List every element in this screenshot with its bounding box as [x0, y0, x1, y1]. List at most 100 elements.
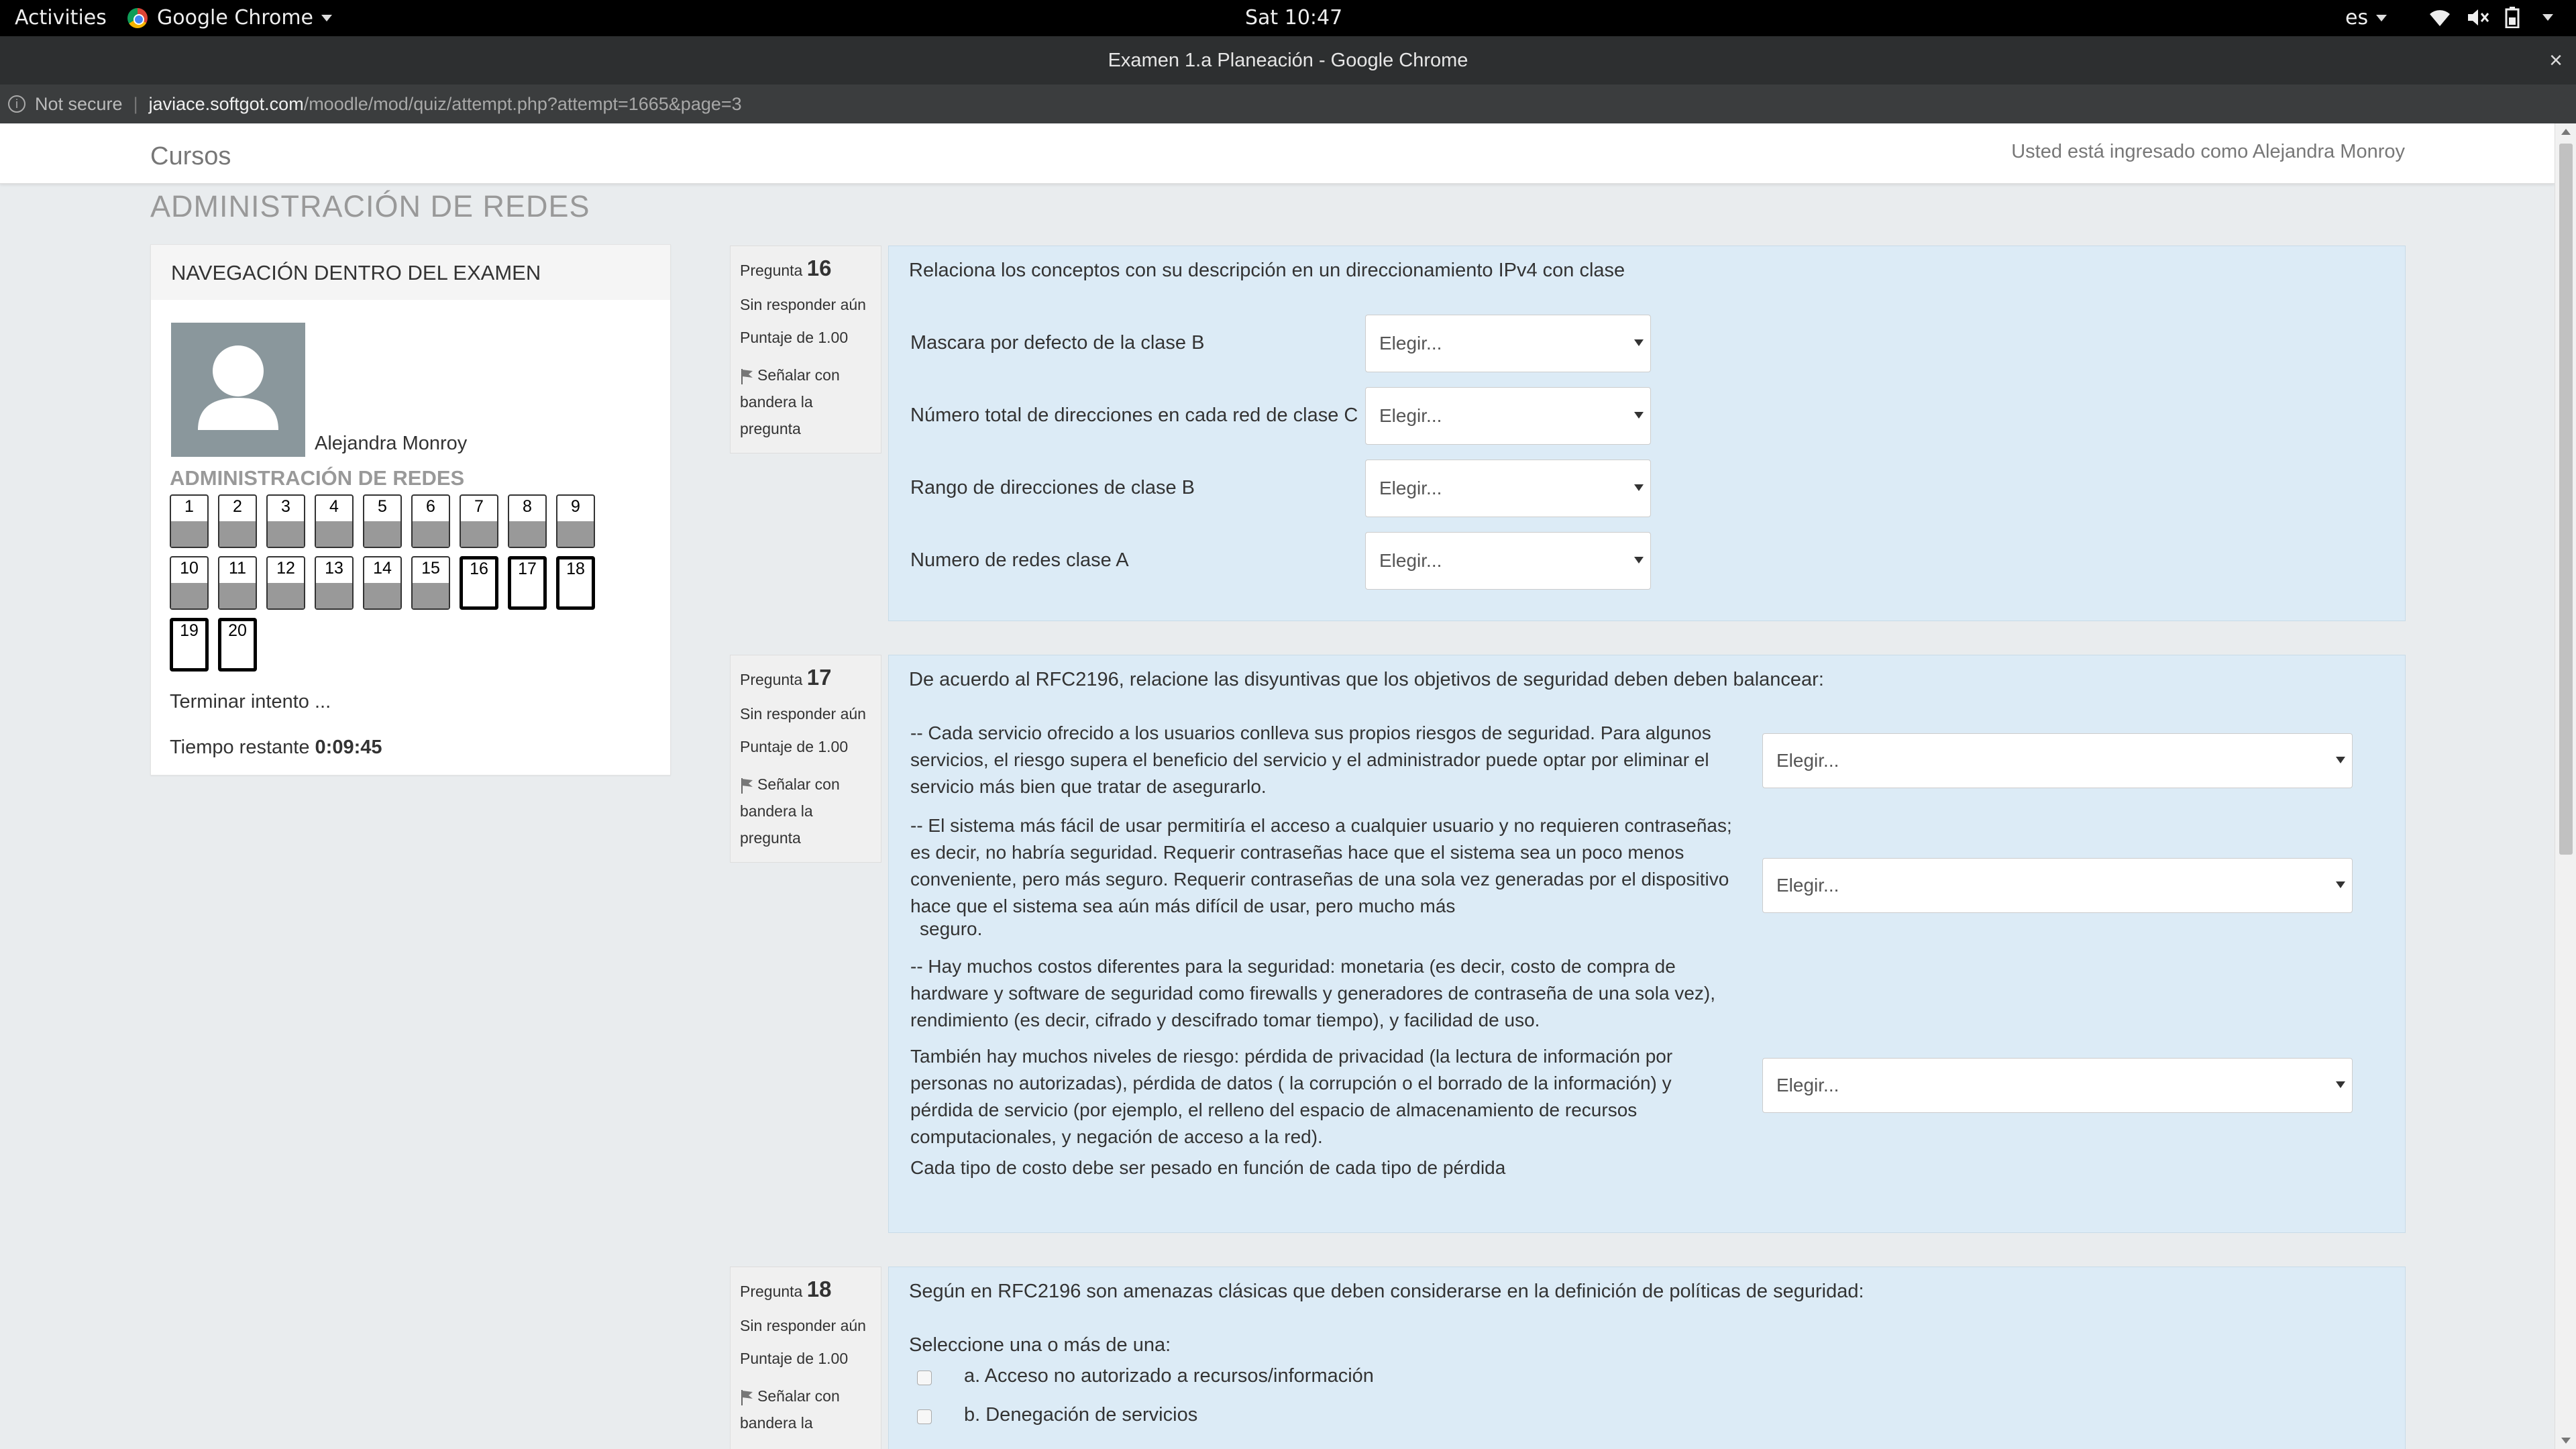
flag-icon: [741, 368, 753, 384]
activities-button[interactable]: Activities: [15, 6, 107, 30]
match-select[interactable]: Elegir...: [1762, 733, 2353, 788]
question-nav-button[interactable]: 2: [218, 494, 257, 548]
question-nav-button[interactable]: 20: [218, 618, 257, 672]
question-nav-button[interactable]: 15: [411, 556, 450, 610]
option-label[interactable]: a. Acceso no autorizado a recursos/infor…: [964, 1365, 1374, 1387]
match-item-label: Rango de direcciones de clase B: [910, 477, 1195, 498]
question-nav-button[interactable]: 12: [266, 556, 305, 610]
question-nav-button[interactable]: 4: [315, 494, 354, 548]
brand-link[interactable]: Cursos: [150, 142, 231, 171]
question-nav-button[interactable]: 5: [363, 494, 402, 548]
answered-indicator: [316, 583, 352, 608]
question-nav-button[interactable]: 8: [508, 494, 547, 548]
flag-icon: [741, 777, 753, 794]
section-title: ADMINISTRACIÓN DE REDES: [170, 466, 465, 490]
system-tray[interactable]: [2428, 7, 2553, 28]
text-line: -- Hay muchos costos diferentes para la …: [910, 956, 1676, 977]
address-bar[interactable]: i Not secure | javiace.softgot.com/moodl…: [0, 85, 2576, 123]
question-number: 18: [806, 1277, 832, 1301]
chevron-down-icon: [321, 14, 332, 21]
question-nav-button[interactable]: 7: [460, 494, 498, 548]
system-top-bar: Activities Google Chrome Sat 10:47 es: [0, 0, 2576, 36]
question-content: De acuerdo al RFC2196, relacione las dis…: [888, 655, 2406, 1233]
info-icon[interactable]: i: [8, 95, 25, 113]
question-nav-button[interactable]: 17: [508, 556, 547, 610]
option-label[interactable]: b. Denegación de servicios: [964, 1404, 1197, 1426]
question-nav-button[interactable]: 6: [411, 494, 450, 548]
security-indicator[interactable]: Not secure: [35, 94, 123, 115]
question-info: Pregunta 17 Sin responder aún Puntaje de…: [730, 655, 881, 863]
window-title: Examen 1.a Planeación - Google Chrome: [1108, 50, 1468, 71]
question-text: Relaciona los conceptos con su descripci…: [909, 260, 1625, 281]
flag-question-link[interactable]: Señalar con bandera la: [740, 1383, 871, 1436]
match-select[interactable]: Elegir...: [1762, 1058, 2353, 1113]
divider: |: [133, 93, 138, 114]
answered-indicator: [461, 521, 497, 547]
question-nav-button[interactable]: 13: [315, 556, 354, 610]
caret-down-icon: [2336, 881, 2345, 888]
flag-question-link[interactable]: Señalar con bandera la pregunta: [740, 362, 871, 442]
chrome-icon: [127, 7, 148, 28]
language-label: es: [2345, 6, 2369, 30]
caret-down-icon: [2336, 1081, 2345, 1088]
flag-icon: [741, 1389, 753, 1405]
text-line: pérdida de servicio (por ejemplo, el rel…: [910, 1099, 1638, 1120]
match-select[interactable]: Elegir...: [1365, 460, 1651, 517]
flag-text: pregunta: [740, 420, 801, 437]
answered-indicator: [219, 521, 256, 547]
match-select[interactable]: Elegir...: [1365, 532, 1651, 590]
question-nav-number: 12: [276, 559, 295, 578]
chevron-down-icon: [2376, 14, 2387, 21]
question-nav-button[interactable]: 1: [170, 494, 209, 548]
user-name[interactable]: Alejandra Monroy: [315, 433, 467, 455]
text-line: servicios, el riesgo supera el beneficio…: [910, 749, 1709, 770]
flag-question-link[interactable]: Señalar con bandera la pregunta: [740, 771, 871, 851]
question-nav-button[interactable]: 10: [170, 556, 209, 610]
question-label: Pregunta: [740, 1283, 803, 1300]
answered-indicator: [413, 521, 449, 547]
login-info: Usted está ingresado como Alejandra Monr…: [2011, 141, 2405, 162]
scroll-up-icon[interactable]: [2561, 129, 2571, 135]
match-select[interactable]: Elegir...: [1365, 315, 1651, 372]
url-host[interactable]: javiace.softgot.com: [149, 94, 304, 115]
site-navbar: Cursos Usted está ingresado como Alejand…: [0, 123, 2555, 184]
flag-text: Señalar con: [757, 366, 840, 384]
question-label: Pregunta: [740, 262, 803, 279]
question-nav-button[interactable]: 3: [266, 494, 305, 548]
scroll-down-icon[interactable]: [2561, 1438, 2571, 1444]
text-line: computacionales, y negación de acceso a …: [910, 1126, 1323, 1147]
select-value: Elegir...: [1379, 478, 1442, 498]
match-item-text: También hay muchos niveles de riesgo: pé…: [910, 1043, 1749, 1150]
battery-icon: [2505, 7, 2520, 28]
question-nav-button[interactable]: 16: [460, 556, 498, 610]
finish-attempt-link[interactable]: Terminar intento ...: [170, 691, 331, 713]
text-line: servicio más bien que tratar de asegurar…: [910, 776, 1267, 797]
option-checkbox[interactable]: [917, 1409, 932, 1424]
question-nav-number: 15: [421, 559, 440, 578]
question-nav-button[interactable]: 19: [170, 618, 209, 672]
question-nav-button[interactable]: 11: [218, 556, 257, 610]
close-icon[interactable]: ×: [2549, 36, 2563, 85]
question-nav-number: 6: [426, 497, 435, 516]
match-select[interactable]: Elegir...: [1762, 858, 2353, 913]
match-select[interactable]: Elegir...: [1365, 387, 1651, 445]
scrollbar-thumb[interactable]: [2559, 144, 2573, 855]
question-nav-button[interactable]: 18: [556, 556, 595, 610]
select-value: Elegir...: [1379, 405, 1442, 426]
page-scrollbar[interactable]: [2555, 123, 2576, 1449]
avatar[interactable]: [171, 323, 305, 457]
clock[interactable]: Sat 10:47: [1245, 6, 1342, 30]
select-value: Elegir...: [1776, 875, 1839, 896]
option-checkbox[interactable]: [917, 1371, 932, 1385]
app-menu[interactable]: Google Chrome: [127, 6, 332, 30]
url-path[interactable]: /moodle/mod/quiz/attempt.php?attempt=166…: [304, 94, 742, 115]
text-line: seguro.: [920, 918, 983, 939]
question-nav-button[interactable]: 9: [556, 494, 595, 548]
answered-indicator: [316, 521, 352, 547]
answered-indicator: [413, 583, 449, 608]
question-nav-button[interactable]: 14: [363, 556, 402, 610]
language-selector[interactable]: es: [2345, 6, 2387, 30]
question-nav-number: 20: [228, 621, 247, 640]
question-number: 17: [806, 665, 832, 690]
wifi-icon: [2430, 10, 2450, 26]
